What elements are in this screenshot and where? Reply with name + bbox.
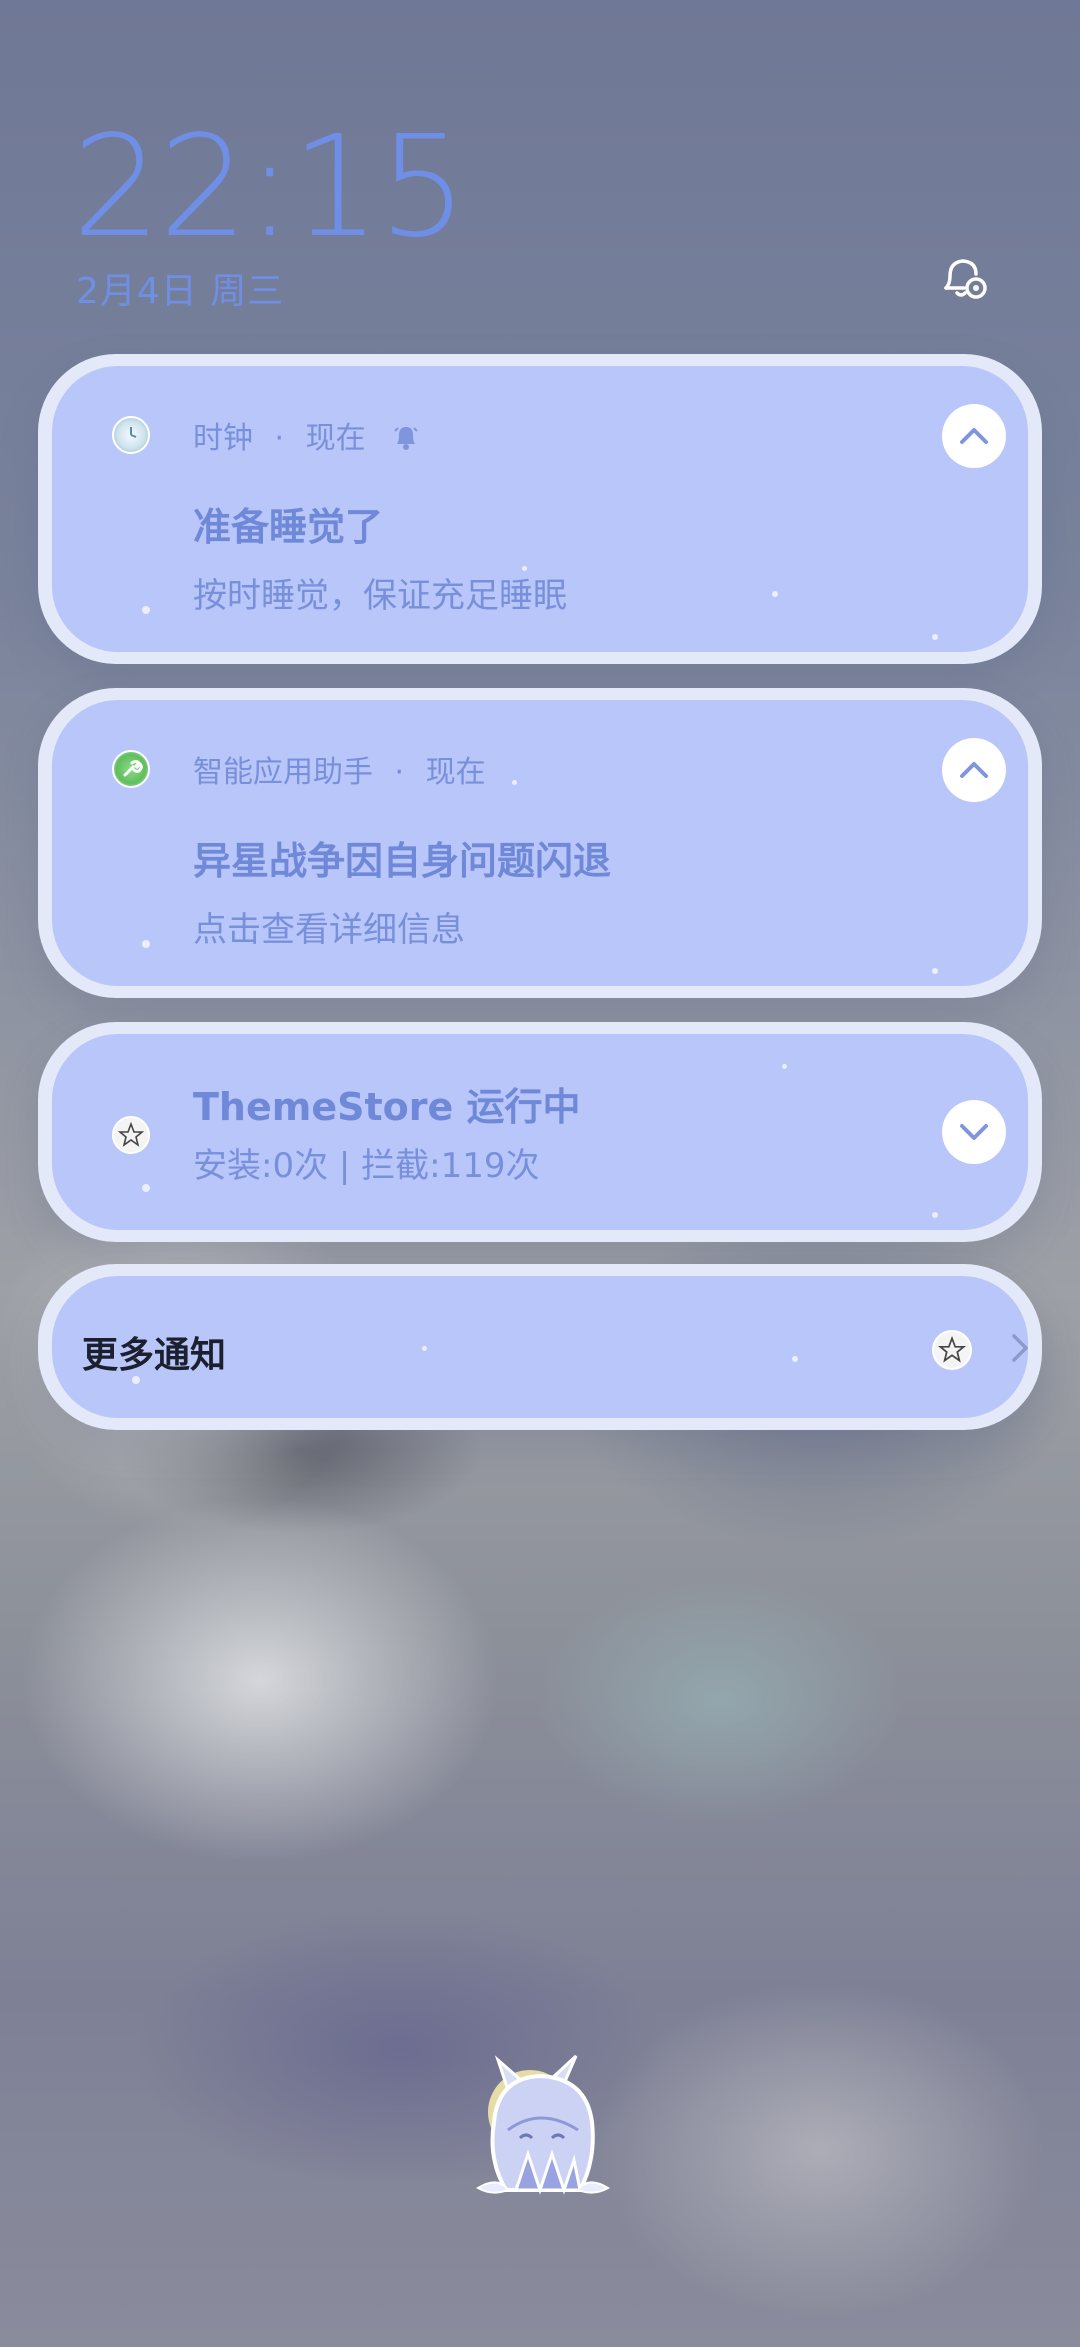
alarm-bell-icon: [391, 422, 421, 460]
notification-body: 按时睡觉，保证充足睡眠: [193, 576, 567, 616]
more-notifications-label: 更多通知: [82, 1335, 227, 1376]
lock-screen: 22:15 2月4日 周三 时钟 · 现在 准备睡觉了 按时睡觉，保证充足睡眠 …: [0, 0, 1080, 2347]
clock-app-icon: [112, 416, 150, 454]
app-name: 时钟: [193, 421, 253, 456]
notification-meta: 时钟 · 现在: [193, 413, 421, 460]
theme-mascot-icon[interactable]: [468, 2050, 618, 2210]
notification-card-clock[interactable]: 时钟 · 现在 准备睡觉了 按时睡觉，保证充足睡眠: [38, 354, 1042, 664]
more-notifications-card[interactable]: 更多通知: [38, 1264, 1042, 1430]
notification-meta: 智能应用助手 · 现在: [193, 747, 486, 791]
themestore-app-icon: [932, 1330, 972, 1370]
notification-title: 异星战争因自身问题闪退: [193, 839, 612, 883]
notification-title: 准备睡觉了: [193, 505, 384, 549]
chevron-up-icon: [960, 428, 988, 444]
notification-card-themestore[interactable]: ThemeStore 运行中 安装:0次 | 拦截:119次: [38, 1022, 1042, 1242]
chevron-down-icon: [960, 1124, 988, 1140]
lockscreen-date: 2月4日 周三: [76, 271, 285, 312]
chevron-up-icon: [960, 762, 988, 778]
app-name: 智能应用助手: [193, 755, 373, 790]
expand-button[interactable]: [942, 1100, 1006, 1164]
notification-time: 现在: [425, 755, 486, 790]
lockscreen-clock: 22:15: [72, 106, 467, 269]
collapse-button[interactable]: [942, 404, 1006, 468]
collapse-button[interactable]: [942, 738, 1006, 802]
separator-dot: ·: [274, 421, 285, 456]
separator-dot: ·: [394, 755, 405, 790]
notification-settings-icon[interactable]: [936, 250, 992, 306]
wrench-app-icon: [112, 750, 150, 788]
themestore-app-icon: [112, 1116, 150, 1154]
chevron-right-icon: [1002, 1330, 1028, 1366]
notification-title: ThemeStore 运行中: [193, 1085, 581, 1129]
notification-card-assistant[interactable]: 智能应用助手 · 现在 异星战争因自身问题闪退 点击查看详细信息: [38, 688, 1042, 998]
notification-body: 安装:0次 | 拦截:119次: [193, 1146, 540, 1186]
notification-body: 点击查看详细信息: [193, 910, 465, 950]
notification-time: 现在: [305, 421, 366, 456]
